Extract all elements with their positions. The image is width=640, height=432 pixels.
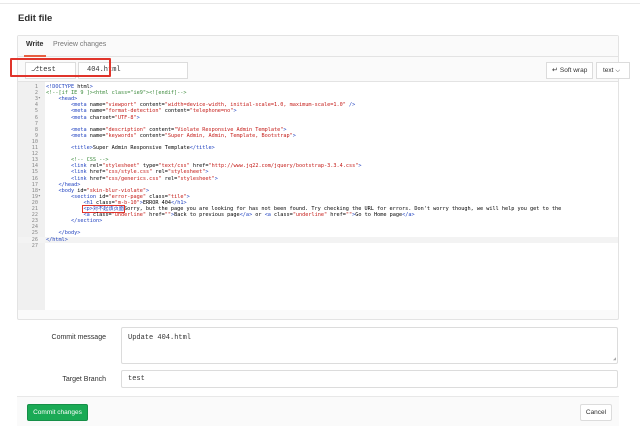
editor-tab-bar: Write Preview changes	[18, 36, 618, 57]
wrap-icon: ↵	[552, 67, 558, 74]
code-line[interactable]: 27	[18, 243, 618, 249]
line-number: 27	[31, 242, 38, 249]
file-mode-dropdown[interactable]: text ⌵	[596, 62, 630, 79]
soft-wrap-label: Soft wrap	[559, 67, 588, 74]
active-tab-indicator	[24, 55, 46, 57]
tab-preview-changes[interactable]: Preview changes	[53, 41, 106, 48]
commit-message-field[interactable]: Update 404.html ◢	[121, 327, 618, 364]
target-branch-label: Target Branch	[62, 376, 106, 383]
top-divider	[0, 0, 640, 4]
commit-message-value: Update 404.html	[128, 334, 192, 342]
target-branch-field[interactable]: test	[121, 370, 618, 388]
highlighted-inserted-text: <p>对不起该页面	[82, 205, 125, 213]
chevron-down-icon: ⌵	[615, 68, 621, 74]
page-title: Edit file	[18, 13, 53, 24]
file-editor: Write Preview changes ⎇test 404.html ↵ So…	[17, 35, 630, 320]
soft-wrap-button[interactable]: ↵ Soft wrap	[546, 62, 593, 79]
commit-message-label: Commit message	[51, 334, 106, 341]
cancel-button[interactable]: Cancel	[580, 404, 612, 421]
form-actions: Commit changes Cancel	[17, 396, 619, 426]
resize-grip-icon[interactable]: ◢	[613, 356, 616, 362]
tab-write[interactable]: Write	[26, 41, 43, 48]
file-mode-label: text	[603, 67, 614, 74]
highlight-box-filename	[10, 58, 111, 77]
code-editor[interactable]: 1 <!DOCTYPE html> 2 <!--[if IE 9 ]><html cl…	[18, 82, 618, 310]
commit-changes-button[interactable]: Commit changes	[27, 404, 88, 421]
